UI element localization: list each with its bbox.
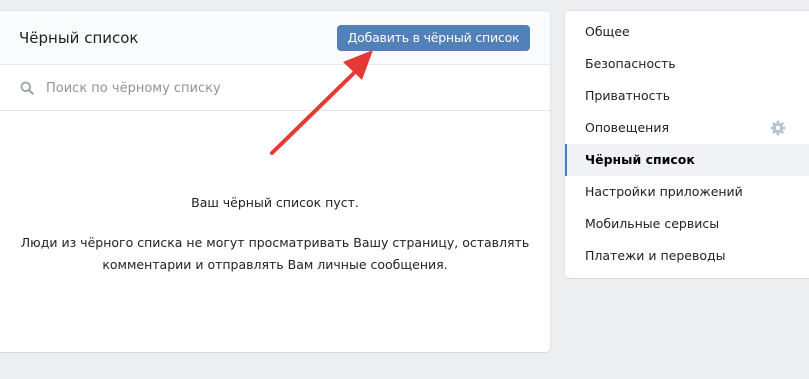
sidebar-item-label: Мобильные сервисы	[585, 216, 720, 231]
empty-state-description: Люди из чёрного списка не могут просматр…	[20, 232, 530, 276]
sidebar-item-label: Приватность	[585, 88, 671, 103]
sidebar-item-security[interactable]: Безопасность	[565, 48, 809, 80]
empty-state-title: Ваш чёрный список пуст.	[191, 195, 359, 210]
sidebar-item-label: Платежи и переводы	[585, 248, 726, 263]
blacklist-panel: Чёрный список Добавить в чёрный список В…	[0, 11, 550, 352]
search-icon	[20, 81, 34, 95]
sidebar-item-label: Чёрный список	[585, 152, 695, 167]
page-title: Чёрный список	[19, 29, 139, 47]
sidebar-item-mobile-services[interactable]: Мобильные сервисы	[565, 208, 809, 240]
gear-icon[interactable]	[770, 120, 786, 136]
search-input[interactable]	[46, 77, 526, 99]
sidebar-item-label: Оповещения	[585, 120, 669, 135]
sidebar-item-privacy[interactable]: Приватность	[565, 80, 809, 112]
sidebar-item-label: Безопасность	[585, 56, 676, 71]
settings-sidebar: Общее Безопасность Приватность Оповещени…	[565, 11, 809, 278]
sidebar-item-label: Настройки приложений	[585, 184, 743, 199]
sidebar-item-blacklist[interactable]: Чёрный список	[565, 144, 809, 176]
sidebar-item-payments[interactable]: Платежи и переводы	[565, 240, 809, 272]
sidebar-item-label: Общее	[585, 24, 630, 39]
sidebar-item-general[interactable]: Общее	[565, 16, 809, 48]
add-to-blacklist-button[interactable]: Добавить в чёрный список	[337, 25, 530, 51]
sidebar-item-app-settings[interactable]: Настройки приложений	[565, 176, 809, 208]
search-bar	[0, 65, 550, 111]
sidebar-item-notifications[interactable]: Оповещения	[565, 112, 809, 144]
empty-state-description-line2: комментарии и отправлять Вам личные сооб…	[102, 257, 448, 272]
empty-state-description-line1: Люди из чёрного списка не могут просматр…	[20, 235, 530, 250]
settings-menu: Общее Безопасность Приватность Оповещени…	[565, 16, 809, 272]
panel-header: Чёрный список Добавить в чёрный список	[0, 11, 550, 65]
